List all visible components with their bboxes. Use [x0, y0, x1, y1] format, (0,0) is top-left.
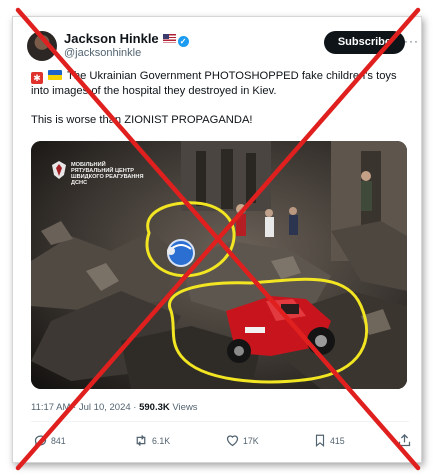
- bookmark-icon: [315, 434, 325, 447]
- views-label: Views: [172, 402, 198, 413]
- bookmark-count: 415: [330, 436, 345, 446]
- tweet-card: Jackson Hinkle ✓ @jacksonhinkle Subscribe…: [12, 16, 422, 463]
- logo-line-4: ДСНС: [71, 180, 88, 186]
- tweet-text-line1: The Ukrainian Government PHOTOSHOPPED fa…: [31, 70, 397, 97]
- more-options-icon[interactable]: ···: [404, 34, 419, 48]
- meta-separator: ·: [133, 402, 137, 413]
- tweet-time[interactable]: 11:17 AM: [31, 402, 70, 413]
- views-count: 590.3K: [139, 402, 170, 413]
- avatar[interactable]: [27, 31, 57, 61]
- repost-button[interactable]: 6.1K: [133, 433, 170, 448]
- tweet-text: ✱ The Ukrainian Government PHOTOSHOPPED …: [31, 69, 411, 128]
- share-icon: [398, 433, 411, 447]
- repost-count: 6.1K: [152, 436, 171, 446]
- verified-badge-icon: ✓: [177, 36, 189, 47]
- tweet-image[interactable]: МОБІЛЬНИЙ РЯТУВАЛЬНИЙ ЦЕНТР ШВИДКОГО РЕА…: [31, 141, 407, 389]
- like-count: 17K: [243, 436, 259, 446]
- tweet-date[interactable]: Jul 10, 2024: [79, 402, 131, 413]
- emblem-icon: [52, 161, 66, 179]
- action-bar: 841 6.1K 17K 415: [29, 433, 415, 451]
- tweet-text-line2: This is worse than ZIONIST PROPAGANDA!: [31, 114, 253, 126]
- tweet-meta: 11:17 AM · Jul 10, 2024 · 590.3K Views: [31, 402, 198, 413]
- repost-icon: [136, 435, 146, 446]
- author-name[interactable]: Jackson Hinkle: [64, 31, 159, 46]
- us-flag-icon: [162, 34, 176, 43]
- heart-icon: [226, 435, 239, 447]
- divider: [31, 421, 409, 422]
- red-cross-emoji-icon: ✱: [31, 72, 43, 84]
- like-button[interactable]: 17K: [225, 433, 259, 448]
- ukraine-flag-emoji-icon: [48, 70, 63, 80]
- author-name-row[interactable]: Jackson Hinkle ✓: [64, 31, 189, 47]
- bookmark-button[interactable]: 415: [313, 433, 345, 448]
- reply-button[interactable]: 841: [33, 433, 66, 448]
- reply-count: 841: [51, 436, 66, 446]
- share-button[interactable]: [397, 433, 415, 448]
- meta-separator: ·: [73, 402, 77, 413]
- subscribe-button[interactable]: Subscribe: [323, 31, 405, 54]
- reply-icon: [34, 435, 47, 447]
- author-handle[interactable]: @jacksonhinkle: [64, 47, 141, 59]
